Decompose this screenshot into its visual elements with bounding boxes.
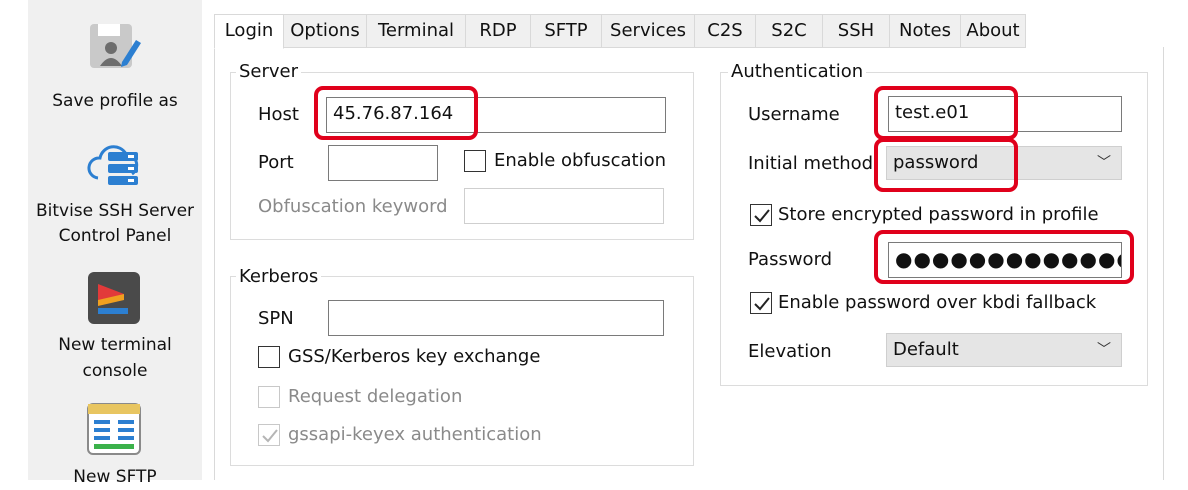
elevation-value: Default xyxy=(893,339,959,360)
new-terminal-console-button[interactable]: New terminal console xyxy=(28,262,202,386)
tab-c2s[interactable]: C2S xyxy=(694,14,756,48)
chevron-down-icon: ﹀ xyxy=(1097,155,1111,171)
sftp-window-icon xyxy=(86,402,142,456)
request-delegation-label: Request delegation xyxy=(288,386,463,407)
new-terminal-label-1: New terminal xyxy=(58,335,172,355)
new-sftp-button[interactable]: New SFTP xyxy=(28,398,202,487)
elevation-label: Elevation xyxy=(748,341,832,362)
port-input[interactable] xyxy=(328,145,438,181)
gss-kerberos-checkbox[interactable] xyxy=(258,346,280,368)
kerberos-group-title: Kerberos xyxy=(236,266,322,287)
server-group-title: Server xyxy=(236,61,302,82)
host-label: Host xyxy=(258,104,299,125)
server-control-panel-label-2: Control Panel xyxy=(58,226,172,246)
request-delegation-checkbox[interactable] xyxy=(258,386,280,408)
enable-obfuscation-label: Enable obfuscation xyxy=(494,150,667,171)
checkmark-icon xyxy=(754,209,770,223)
gss-kerberos-label: GSS/Kerberos key exchange xyxy=(288,346,541,367)
tab-rdp[interactable]: RDP xyxy=(465,14,531,48)
terminal-console-icon xyxy=(86,270,142,326)
store-password-checkbox[interactable] xyxy=(750,204,772,226)
server-control-panel-icon xyxy=(84,138,144,190)
new-sftp-label: New SFTP xyxy=(73,467,157,487)
spn-label: SPN xyxy=(258,308,294,329)
save-profile-icon xyxy=(88,22,142,72)
gssapi-keyex-label: gssapi-keyex authentication xyxy=(288,424,542,445)
tab-options[interactable]: Options xyxy=(283,14,367,48)
tab-s2c[interactable]: S2C xyxy=(755,14,823,48)
tab-terminal[interactable]: Terminal xyxy=(366,14,466,48)
checkmark-icon xyxy=(262,429,278,443)
password-label: Password xyxy=(748,249,833,270)
chevron-down-icon: ﹀ xyxy=(1097,342,1111,358)
tab-notes[interactable]: Notes xyxy=(889,14,961,48)
elevation-select[interactable]: Default ﹀ xyxy=(886,333,1122,367)
save-profile-label: Save profile as xyxy=(52,91,178,111)
save-profile-button[interactable]: Save profile as xyxy=(28,14,202,114)
store-password-label: Store encrypted password in profile xyxy=(778,204,1099,225)
kbdi-fallback-label: Enable password over kbdi fallback xyxy=(778,292,1097,313)
obfuscation-keyword-input[interactable] xyxy=(464,188,664,224)
server-control-panel-label-1: Bitvise SSH Server xyxy=(35,201,195,221)
tab-services[interactable]: Services xyxy=(601,14,695,48)
gssapi-keyex-checkbox[interactable] xyxy=(258,424,280,446)
launcher-sidebar: Save profile as Bitvise SSH Server Contr… xyxy=(28,0,202,487)
username-label: Username xyxy=(748,104,840,125)
password-highlight xyxy=(874,230,1134,284)
initial-method-label: Initial method xyxy=(748,153,874,174)
port-label: Port xyxy=(258,152,294,173)
tab-sftp[interactable]: SFTP xyxy=(530,14,602,48)
tab-about[interactable]: About xyxy=(960,14,1026,48)
tab-ssh[interactable]: SSH xyxy=(822,14,890,48)
checkmark-icon xyxy=(754,297,770,311)
enable-obfuscation-checkbox[interactable] xyxy=(464,150,486,172)
kbdi-fallback-checkbox[interactable] xyxy=(750,292,772,314)
new-terminal-label-2: console xyxy=(82,361,148,381)
username-highlight xyxy=(874,86,1018,140)
server-control-panel-button[interactable]: Bitvise SSH Server Control Panel xyxy=(28,124,202,250)
host-highlight xyxy=(314,86,478,140)
authentication-group-title: Authentication xyxy=(728,61,867,82)
spn-input[interactable] xyxy=(328,300,664,336)
initial-method-highlight xyxy=(874,138,1018,192)
tab-login[interactable]: Login xyxy=(214,14,284,49)
obfuscation-keyword-label: Obfuscation keyword xyxy=(258,196,448,217)
